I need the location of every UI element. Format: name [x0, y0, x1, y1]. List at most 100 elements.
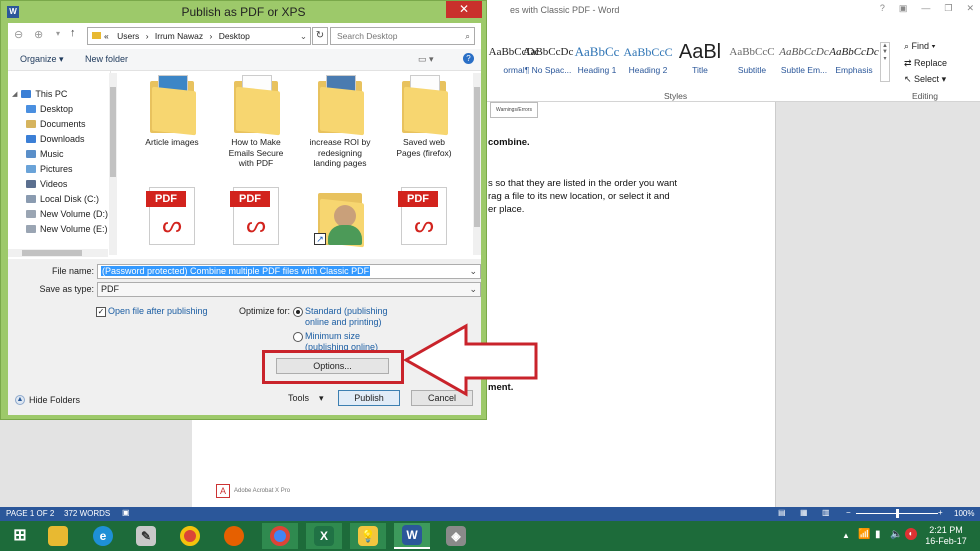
file-name-input[interactable]: (Password protected) Combine multiple PD… — [97, 264, 481, 279]
web-layout-icon[interactable]: ▥ — [822, 508, 830, 517]
breadcrumb-users[interactable]: Users — [117, 31, 139, 41]
nav-volume-e[interactable]: New Volume (E:) — [26, 224, 108, 234]
style-preview: AaBbCcDc — [829, 46, 879, 58]
nav-pictures[interactable]: Pictures — [26, 164, 73, 174]
file-item-folder[interactable]: How to Make Emails Secure with PDF — [223, 75, 289, 169]
read-mode-icon[interactable]: ▤ — [778, 508, 786, 517]
ie-taskbar[interactable]: e — [85, 523, 121, 549]
save-type-select[interactable]: PDF ⌄ — [97, 282, 481, 297]
notes-taskbar[interactable]: 💡 — [350, 523, 386, 549]
start-button[interactable]: ⊞ — [2, 523, 38, 549]
address-bar[interactable]: « Users › Irrum Nawaz › Desktop ⌄ — [87, 27, 311, 45]
restore-icon[interactable]: ❐ — [944, 3, 952, 14]
nav-desktop[interactable]: Desktop — [26, 104, 73, 114]
file-item-folder[interactable]: Article images — [139, 75, 205, 148]
nav-local-disk-c[interactable]: Local Disk (C:) — [26, 194, 99, 204]
new-folder-button[interactable]: New folder — [85, 54, 128, 64]
nav-documents[interactable]: Documents — [26, 119, 86, 129]
file-name-label: File name: — [51, 266, 94, 276]
search-input[interactable]: Search Desktop ⌕ — [330, 27, 475, 45]
close-icon[interactable]: ✕ — [966, 3, 974, 14]
publish-button[interactable]: Publish — [338, 390, 400, 406]
nav-downloads[interactable]: Downloads — [26, 134, 85, 144]
address-overflow[interactable]: « — [104, 31, 109, 41]
help-icon[interactable]: ? — [880, 3, 885, 14]
open-after-label[interactable]: Open file after publishing — [108, 306, 208, 317]
refresh-icon[interactable]: ↻ — [312, 27, 328, 45]
replace-button[interactable]: ⇄ Replace — [904, 58, 947, 69]
style-no-spacing[interactable]: AaBbCcDc ¶ No Spac... — [522, 41, 574, 81]
nav-hscroll-thumb[interactable] — [22, 250, 82, 256]
recent-dropdown-icon[interactable]: ▾ — [56, 29, 60, 38]
select-button[interactable]: ↖ Select ▾ — [904, 74, 946, 85]
tools-dropdown[interactable]: Tools ▾ — [288, 393, 324, 404]
optimize-standard-radio[interactable] — [293, 307, 303, 317]
style-subtle-emphasis[interactable]: AaBbCcDc Subtle Em... — [778, 41, 830, 81]
chevron-down-icon[interactable]: ⌄ — [469, 265, 477, 278]
file-item-pdf[interactable]: PDF ᔕ — [223, 187, 289, 245]
view-options-icon[interactable]: ▭ ▾ — [418, 54, 434, 65]
nav-volume-d[interactable]: New Volume (D:) — [26, 209, 108, 219]
file-item-pdf[interactable]: PDF ᔕ — [391, 187, 457, 245]
nav-hscrollbar[interactable] — [8, 249, 108, 257]
style-subtitle[interactable]: AaBbCcC Subtitle — [726, 41, 778, 81]
excel-taskbar[interactable]: X — [306, 523, 342, 549]
file-list-scroll-thumb[interactable] — [474, 87, 480, 227]
chrome-taskbar[interactable] — [172, 523, 208, 549]
nav-music[interactable]: Music — [26, 149, 64, 159]
proofing-icon[interactable]: ▣ — [122, 508, 130, 517]
optimize-standard-label[interactable]: Standard (publishing online and printing… — [305, 306, 397, 327]
dialog-close-button[interactable]: ✕ — [446, 1, 482, 18]
zoom-slider-thumb[interactable] — [896, 509, 899, 518]
file-item-pdf[interactable]: PDF ᔕ — [139, 187, 205, 245]
breadcrumb-desktop[interactable]: Desktop — [219, 31, 250, 41]
back-icon[interactable]: ⊖ — [14, 28, 23, 41]
zoom-in-icon[interactable]: + — [938, 508, 943, 517]
find-button[interactable]: ⌕ Find ▾ — [904, 41, 935, 52]
hide-folders-button[interactable]: ▲ Hide Folders — [15, 395, 80, 405]
photos-taskbar[interactable]: ◈ — [438, 523, 474, 549]
tray-expand-icon[interactable]: ▲ — [842, 531, 850, 540]
open-after-checkbox[interactable]: ✓ — [96, 307, 106, 317]
help-icon[interactable]: ? — [463, 53, 474, 64]
chevron-down-icon[interactable]: ⌄ — [469, 283, 477, 296]
acrobat-label: Adobe Acrobat X Pro — [234, 488, 291, 494]
forward-icon[interactable]: ⊕ — [34, 28, 43, 41]
file-explorer-taskbar[interactable] — [40, 523, 76, 549]
clock-date: 16-Feb-17 — [925, 536, 967, 546]
file-item-folder[interactable]: increase ROI by redesigning landing page… — [307, 75, 373, 169]
file-item-folder[interactable]: Saved web Pages (firefox) — [391, 75, 457, 158]
style-heading-2[interactable]: AaBbCcC Heading 2 — [622, 41, 674, 81]
firefox-taskbar[interactable] — [216, 523, 252, 549]
ribbon-display-icon[interactable]: ▣ — [899, 3, 908, 14]
styles-gallery-scroll[interactable]: ▲ ▼ ▾ — [880, 42, 890, 82]
zoom-level[interactable]: 100% — [954, 509, 974, 518]
page-count[interactable]: PAGE 1 OF 2 — [6, 509, 54, 518]
address-dropdown-icon[interactable]: ⌄ — [300, 28, 307, 44]
volume-icon[interactable]: 🔈 — [890, 529, 902, 540]
nav-videos[interactable]: Videos — [26, 179, 67, 189]
optimize-minimum-label[interactable]: Minimum size (publishing online) — [305, 331, 387, 352]
organize-button[interactable]: Organize ▾ — [20, 54, 64, 65]
minimize-icon[interactable]: — — [921, 3, 930, 14]
file-item-shortcut[interactable]: ↗ — [307, 187, 373, 249]
chrome-app-taskbar[interactable] — [262, 523, 298, 549]
style-title[interactable]: AaBl Title — [674, 41, 726, 81]
system-clock[interactable]: 2:21 PM 16-Feb-17 — [920, 525, 972, 547]
battery-icon[interactable]: ▮ — [875, 529, 881, 540]
up-arrow-icon[interactable]: ↑ — [70, 27, 76, 39]
antivirus-icon[interactable]: ◐ — [905, 528, 917, 540]
zoom-out-icon[interactable]: − — [846, 508, 851, 517]
nav-this-pc[interactable]: ◢ This PC — [12, 89, 67, 99]
file-list-scrollbar[interactable] — [473, 73, 481, 255]
clock-time: 2:21 PM — [929, 525, 963, 535]
network-icon[interactable]: 📶 — [858, 529, 870, 540]
paint-taskbar[interactable]: ✎ — [128, 523, 164, 549]
word-count[interactable]: 372 WORDS — [64, 509, 110, 518]
optimize-minimum-radio[interactable] — [293, 332, 303, 342]
style-heading-1[interactable]: AaBbCc Heading 1 — [571, 41, 623, 81]
print-layout-icon[interactable]: ▦ — [800, 508, 808, 517]
style-emphasis[interactable]: AaBbCcDc Emphasis — [828, 41, 880, 81]
breadcrumb-user[interactable]: Irrum Nawaz — [155, 31, 203, 41]
word-taskbar[interactable]: W — [394, 523, 430, 549]
